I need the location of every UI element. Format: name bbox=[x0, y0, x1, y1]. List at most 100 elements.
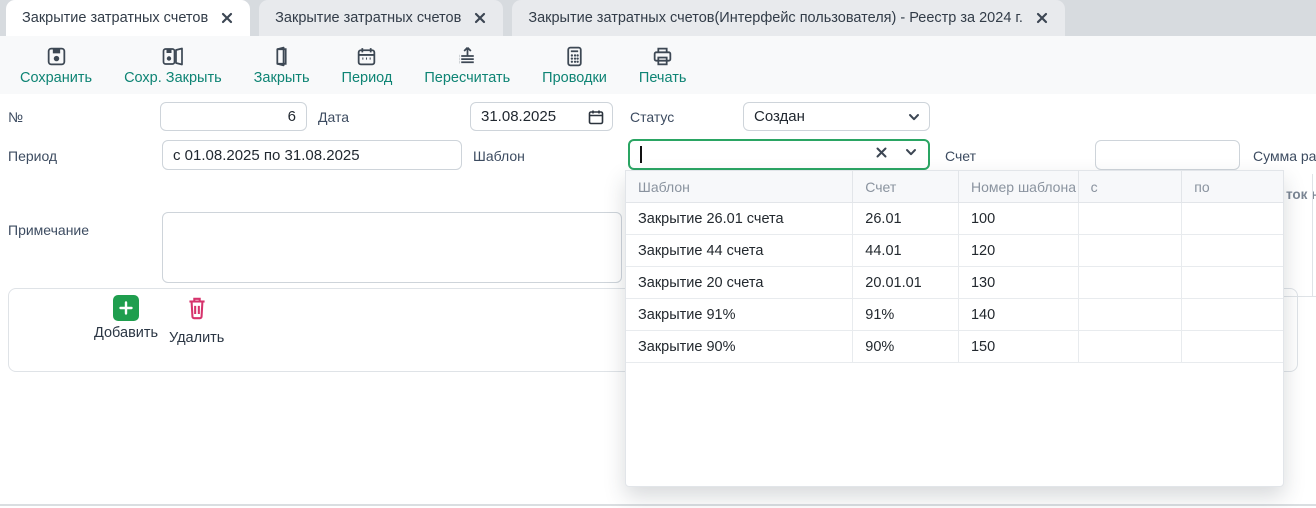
close-button[interactable]: Закрыть bbox=[254, 45, 310, 86]
period-input[interactable]: с 01.08.2025 по 31.08.2025 bbox=[162, 140, 462, 170]
recalculate-label: Пересчитать bbox=[424, 70, 510, 86]
table-cell bbox=[1182, 299, 1283, 331]
table-cell bbox=[1079, 235, 1183, 267]
number-label: № bbox=[8, 109, 23, 125]
template-dropdown-table-body: Закрытие 26.01 счета26.01100Закрытие 44 … bbox=[626, 203, 1283, 363]
tab-label: Закрытие затратных счетов(Интерфейс поль… bbox=[528, 10, 1023, 26]
tab-bar: Закрытие затратных счетов Закрытие затра… bbox=[0, 0, 1316, 36]
close-door-icon bbox=[270, 45, 293, 68]
print-label: Печать bbox=[639, 70, 687, 86]
table-cell: 90% bbox=[853, 331, 959, 363]
template-option-row[interactable]: Закрытие 44 счета44.01120 bbox=[626, 235, 1283, 267]
delete-label: Удалить bbox=[169, 330, 224, 346]
tab-closing-accounts-2[interactable]: Закрытие затратных счетов bbox=[259, 0, 503, 36]
template-option-row[interactable]: Закрытие 26.01 счета26.01100 bbox=[626, 203, 1283, 235]
calendar-icon[interactable] bbox=[588, 109, 604, 125]
note-label: Примечание bbox=[8, 222, 89, 238]
tab-label: Закрытие затратных счетов bbox=[275, 10, 461, 26]
table-cell: 91% bbox=[853, 299, 959, 331]
tab-close-icon[interactable] bbox=[473, 11, 487, 25]
save-button[interactable]: Сохранить bbox=[20, 45, 92, 86]
add-icon bbox=[113, 295, 139, 321]
table-cell: 26.01 bbox=[853, 203, 959, 235]
background-grid-line bbox=[1284, 296, 1316, 297]
table-cell bbox=[1079, 299, 1183, 331]
background-grid-line-vertical bbox=[1312, 174, 1313, 296]
text-caret bbox=[640, 146, 642, 163]
dropdown-header-cell: по bbox=[1182, 171, 1283, 203]
chevron-down-icon[interactable] bbox=[904, 145, 918, 164]
account-input[interactable] bbox=[1095, 140, 1240, 170]
save-icon bbox=[45, 45, 68, 68]
printer-icon bbox=[651, 45, 674, 68]
table-cell: 100 bbox=[959, 203, 1079, 235]
template-dropdown-header: ШаблонСчетНомер шаблонаспо bbox=[626, 171, 1283, 203]
table-cell: Закрытие 20 счета bbox=[626, 267, 853, 299]
template-option-row[interactable]: Закрытие 91%91%140 bbox=[626, 299, 1283, 331]
save-close-label: Сохр. Закрыть bbox=[124, 70, 222, 86]
app-window: Закрытие затратных счетов Закрытие затра… bbox=[0, 0, 1316, 508]
table-cell bbox=[1079, 267, 1183, 299]
print-button[interactable]: Печать bbox=[639, 45, 687, 86]
dropdown-header-cell: с bbox=[1079, 171, 1183, 203]
table-cell bbox=[1182, 331, 1283, 363]
add-row-button[interactable]: Добавить bbox=[94, 295, 158, 341]
template-option-row[interactable]: Закрытие 90%90%150 bbox=[626, 331, 1283, 363]
status-select[interactable]: Создан bbox=[743, 102, 930, 131]
table-cell: 120 bbox=[959, 235, 1079, 267]
postings-button[interactable]: Проводки bbox=[542, 45, 607, 86]
date-input[interactable]: 31.08.2025 bbox=[470, 102, 613, 131]
save-label: Сохранить bbox=[20, 70, 92, 86]
table-cell: 140 bbox=[959, 299, 1079, 331]
calendar-icon bbox=[355, 45, 378, 68]
dropdown-header-cell: Счет bbox=[853, 171, 959, 203]
date-value: 31.08.2025 bbox=[481, 108, 556, 125]
table-cell: Закрытие 26.01 счета bbox=[626, 203, 853, 235]
template-combobox[interactable] bbox=[628, 139, 930, 170]
period-value: с 01.08.2025 по 31.08.2025 bbox=[173, 147, 360, 164]
template-label: Шаблон bbox=[473, 148, 525, 164]
table-cell bbox=[1079, 203, 1183, 235]
table-cell: Закрытие 91% bbox=[626, 299, 853, 331]
table-cell: 150 bbox=[959, 331, 1079, 363]
amount-label-truncated: Сумма рас bbox=[1253, 148, 1316, 164]
save-close-button[interactable]: Сохр. Закрыть bbox=[124, 45, 222, 86]
recalculate-icon bbox=[456, 45, 479, 68]
dropdown-header-cell: Номер шаблона bbox=[959, 171, 1079, 203]
account-label: Счет bbox=[945, 148, 976, 164]
table-cell: 130 bbox=[959, 267, 1079, 299]
table-cell bbox=[1182, 203, 1283, 235]
note-textarea[interactable] bbox=[162, 212, 622, 283]
delete-row-button[interactable]: Удалить bbox=[169, 295, 224, 346]
clear-icon[interactable] bbox=[875, 146, 888, 164]
table-cell bbox=[1182, 267, 1283, 299]
table-cell bbox=[1079, 331, 1183, 363]
date-label: Дата bbox=[318, 109, 349, 125]
tab-close-icon[interactable] bbox=[220, 11, 234, 25]
tab-closing-accounts-1[interactable]: Закрытие затратных счетов bbox=[6, 0, 250, 36]
table-cell: Закрытие 90% bbox=[626, 331, 853, 363]
recalculate-button[interactable]: Пересчитать bbox=[424, 45, 510, 86]
main-toolbar: Сохранить Сохр. Закрыть Закрыть bbox=[0, 36, 1316, 94]
template-dropdown: ШаблонСчетНомер шаблонаспо Закрытие 26.0… bbox=[625, 170, 1284, 487]
dropdown-header-cell: Шаблон bbox=[626, 171, 853, 203]
status-value: Создан bbox=[754, 108, 805, 125]
number-value: 6 bbox=[288, 108, 296, 125]
trash-icon bbox=[185, 295, 209, 326]
period-field-label: Период bbox=[8, 148, 57, 164]
table-cell: 44.01 bbox=[853, 235, 959, 267]
add-label: Добавить bbox=[94, 325, 158, 341]
status-label: Статус bbox=[630, 109, 674, 125]
calculator-icon bbox=[563, 45, 586, 68]
template-option-row[interactable]: Закрытие 20 счета20.01.01130 bbox=[626, 267, 1283, 299]
table-cell bbox=[1182, 235, 1283, 267]
number-input[interactable]: 6 bbox=[160, 102, 307, 131]
close-label: Закрыть bbox=[254, 70, 310, 86]
tab-label: Закрытие затратных счетов bbox=[22, 10, 208, 26]
save-close-icon bbox=[161, 45, 185, 68]
table-cell: Закрытие 44 счета bbox=[626, 235, 853, 267]
period-button[interactable]: Период bbox=[342, 45, 393, 86]
tab-close-icon[interactable] bbox=[1035, 11, 1049, 25]
tab-closing-accounts-registry[interactable]: Закрытие затратных счетов(Интерфейс поль… bbox=[512, 0, 1065, 36]
postings-label: Проводки bbox=[542, 70, 607, 86]
